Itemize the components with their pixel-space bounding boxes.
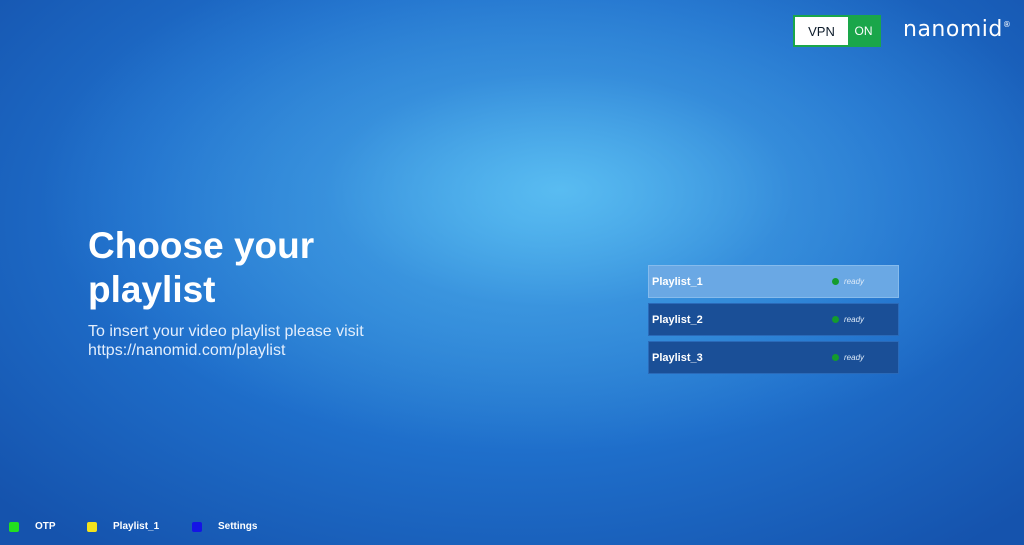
legend-playlist[interactable]: Playlist_1 [87,518,159,535]
legend-settings-label: Settings [218,521,258,532]
playlist-list: Playlist_1 ready Playlist_2 ready Playli… [648,265,899,379]
vpn-label: VPN [808,23,835,39]
nanomid-logo: nanomid® [903,17,1011,42]
yellow-key-icon [87,521,97,532]
playlist-name: Playlist_1 [652,275,703,288]
logo-text: nanomid [903,17,1003,42]
subtitle-line-1: To insert your video playlist please vis… [88,323,364,340]
playlist-item-1[interactable]: Playlist_1 ready [648,265,899,298]
playlist-status: ready [832,266,864,297]
status-dot-icon [832,316,839,323]
vpn-state: ON [848,17,879,45]
green-key-icon [9,521,19,532]
legend-playlist-label: Playlist_1 [113,521,160,532]
playlist-status-label: ready [844,353,865,362]
playlist-name: Playlist_3 [652,351,703,364]
playlist-item-3[interactable]: Playlist_3 ready [648,341,899,374]
status-dot-icon [832,278,839,285]
legend-otp[interactable]: OTP [9,518,56,535]
playlist-status-label: ready [844,277,865,286]
playlist-url: https://nanomid.com/playlist [88,342,286,359]
playlist-status: ready [832,304,864,335]
logo-registered-mark: ® [1002,20,1012,29]
page-subtitle: To insert your video playlist please vis… [88,322,364,360]
vpn-toggle[interactable]: VPN ON [793,15,881,47]
blue-key-icon [192,521,202,532]
legend-otp-label: OTP [35,521,56,532]
remote-key-legend: OTP Playlist_1 Settings [0,518,1024,535]
page-title: Choose your playlist [88,225,315,310]
status-dot-icon [832,354,839,361]
playlist-status-label: ready [844,315,865,324]
legend-settings[interactable]: Settings [192,518,257,535]
playlist-status: ready [832,342,864,373]
playlist-item-2[interactable]: Playlist_2 ready [648,303,899,336]
playlist-name: Playlist_2 [652,313,703,326]
